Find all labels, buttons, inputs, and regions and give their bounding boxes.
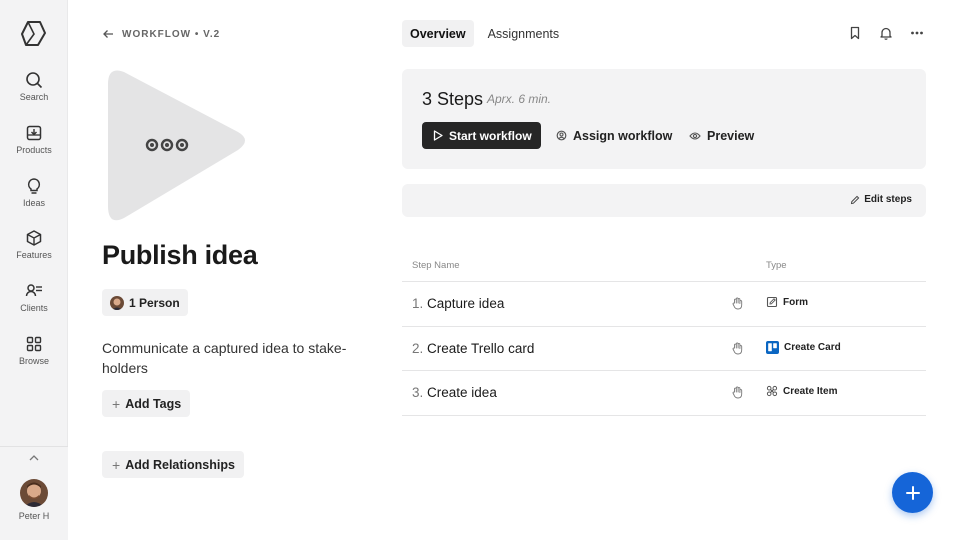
- assign-workflow-label: Assign workflow: [573, 128, 673, 143]
- edit-steps-bar: Edit steps: [402, 184, 926, 217]
- step-name: Create idea: [427, 385, 497, 400]
- step-type: Create Item: [766, 385, 837, 397]
- sidebar-item-label: Features: [16, 250, 52, 260]
- steps-duration: Aprx. 6 min.: [487, 92, 552, 106]
- step-number: 2.: [412, 340, 424, 356]
- breadcrumb: WORKFLOW • V.2: [122, 28, 221, 40]
- table-header: Step Name Type: [402, 252, 926, 282]
- user-panel: Peter H: [0, 446, 68, 540]
- inbox-download-icon: [26, 125, 42, 141]
- sidebar-item-label: Clients: [20, 303, 48, 313]
- table-row[interactable]: 1. Capture idea Form: [402, 282, 926, 327]
- steps-table: Step Name Type 1. Capture idea Form 2. C…: [402, 252, 926, 416]
- add-fab-button[interactable]: [892, 472, 933, 513]
- step-name-cell: 1. Capture idea: [412, 296, 504, 311]
- play-icon: [433, 130, 443, 141]
- tab-overview[interactable]: Overview: [402, 20, 474, 47]
- edit-steps-label: Edit steps: [864, 194, 912, 205]
- step-number: 3.: [412, 385, 424, 400]
- column-header-step-name: Step Name: [412, 260, 460, 271]
- add-relationships-button[interactable]: + Add Relationships: [102, 451, 244, 478]
- step-name: Capture idea: [427, 296, 505, 311]
- user-name: Peter H: [18, 511, 50, 521]
- sidebar-item-search[interactable]: Search: [0, 71, 68, 115]
- item-icon: [766, 385, 778, 397]
- sidebar-item-products[interactable]: Products: [0, 124, 68, 168]
- grid-icon: [26, 336, 42, 352]
- plus-icon: [905, 485, 920, 500]
- table-row[interactable]: 2. Create Trello card Create Card: [402, 327, 926, 371]
- sidebar-item-label: Search: [19, 92, 49, 102]
- step-type-label: Create Item: [783, 385, 838, 397]
- hand-icon: [732, 386, 743, 399]
- step-type: Create Card: [766, 340, 841, 354]
- start-workflow-button[interactable]: Start workflow: [422, 122, 541, 149]
- assign-icon: [556, 130, 567, 141]
- plus-icon: +: [112, 456, 121, 473]
- column-header-type: Type: [766, 260, 787, 271]
- sidebar-item-browse[interactable]: Browse: [0, 335, 68, 379]
- add-tags-label: Add Tags: [125, 396, 182, 411]
- page-title: Publish idea: [102, 240, 258, 270]
- trello-icon: [766, 340, 779, 354]
- step-type-label: Form: [783, 296, 808, 308]
- step-name: Create Trello card: [427, 340, 535, 356]
- workflow-icon: [108, 70, 245, 221]
- cube-icon: [26, 230, 42, 246]
- step-number: 1.: [412, 296, 424, 311]
- app-logo-icon[interactable]: [20, 20, 47, 47]
- search-icon: [26, 72, 43, 89]
- step-name-cell: 3. Create idea: [412, 385, 497, 400]
- arrow-left-icon: [103, 30, 113, 38]
- people-chip[interactable]: 1 Person: [102, 289, 188, 316]
- back-link[interactable]: WORKFLOW • V.2: [102, 27, 220, 41]
- bookmark-icon[interactable]: [848, 26, 862, 40]
- header-actions: [848, 26, 924, 40]
- eye-icon: [689, 131, 701, 140]
- sidebar-item-features[interactable]: Features: [0, 229, 68, 273]
- sidebar-item-label: Ideas: [22, 198, 46, 208]
- add-relationships-label: Add Relationships: [125, 457, 235, 472]
- sidebar-item-label: Browse: [18, 356, 49, 366]
- step-type-label: Create Card: [784, 341, 841, 353]
- form-edit-icon: [766, 296, 778, 308]
- table-row[interactable]: 3. Create idea Create Item: [402, 371, 926, 416]
- pencil-icon: [851, 195, 860, 204]
- sidebar: Search Products Ideas Features Clients B…: [0, 0, 68, 540]
- step-name-cell: 2. Create Trello card: [412, 341, 534, 356]
- add-tags-button[interactable]: + Add Tags: [102, 390, 191, 417]
- preview-label: Preview: [707, 128, 755, 143]
- workflow-description: Communicate a captured idea to stake-hol…: [102, 340, 347, 376]
- chevron-up-icon[interactable]: [28, 453, 40, 463]
- sidebar-item-clients[interactable]: Clients: [0, 282, 68, 326]
- assign-workflow-button[interactable]: Assign workflow: [556, 122, 672, 149]
- avatar: [110, 295, 124, 310]
- lightbulb-icon: [27, 178, 41, 194]
- tab-assignments[interactable]: Assignments: [480, 20, 568, 47]
- sidebar-item-label: Products: [16, 145, 52, 155]
- edit-steps-button[interactable]: Edit steps: [850, 194, 912, 205]
- tab-bar: Overview Assignments: [402, 20, 567, 47]
- people-chip-label: 1 Person: [129, 295, 180, 310]
- steps-count: 3 Steps: [422, 89, 484, 109]
- start-workflow-label: Start workflow: [449, 128, 532, 143]
- people-list-icon: [25, 284, 42, 297]
- preview-button[interactable]: Preview: [689, 122, 754, 149]
- sidebar-item-ideas[interactable]: Ideas: [0, 177, 68, 221]
- hand-icon: [732, 341, 743, 354]
- steps-summary-card: 3 Steps Aprx. 6 min. Start workflow Assi…: [402, 69, 926, 169]
- plus-icon: +: [112, 395, 121, 412]
- step-type: Form: [766, 296, 808, 308]
- bell-icon[interactable]: [879, 26, 893, 40]
- hand-icon: [732, 297, 743, 310]
- avatar[interactable]: [20, 479, 48, 507]
- more-icon[interactable]: [910, 26, 924, 40]
